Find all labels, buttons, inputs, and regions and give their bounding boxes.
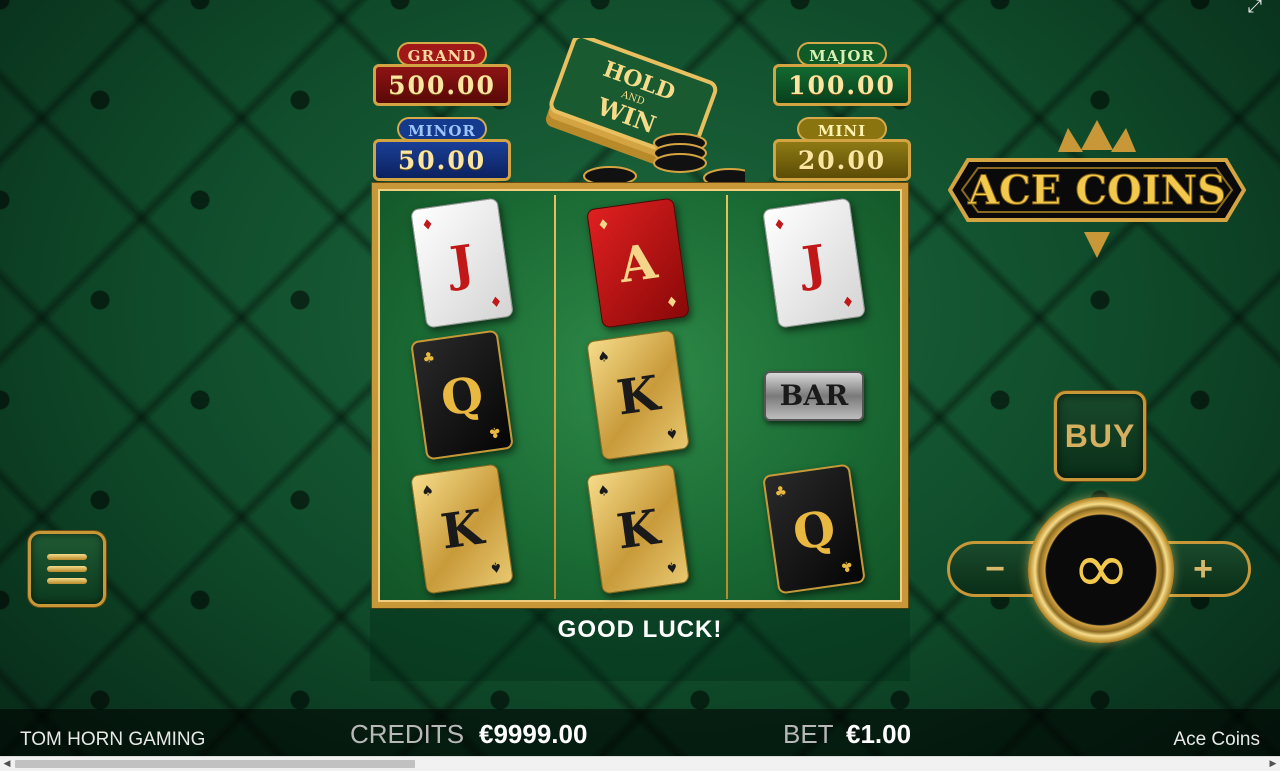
jackpot-major-label: MAJOR xyxy=(797,42,887,66)
hamburger-menu-icon xyxy=(47,554,87,560)
jackpot-minor-value: 50.00 xyxy=(373,139,511,181)
card-rank: J xyxy=(446,234,478,294)
hold-and-win-logo: HOLD AND WIN xyxy=(545,38,745,188)
ace-coins-title: ACE COINS xyxy=(967,167,1226,214)
scroll-left-icon[interactable]: ◀ xyxy=(0,757,14,771)
suit-icon: ♣ xyxy=(839,556,855,575)
credits-value: €9999.00 xyxy=(479,719,588,749)
card-rank: K xyxy=(613,499,663,561)
suit-icon: ♠ xyxy=(488,557,504,576)
card-symbol: ♠ K ♠ xyxy=(586,329,690,461)
card-symbol: ♠ K ♠ xyxy=(410,463,514,595)
suit-icon: ♠ xyxy=(596,482,612,501)
reel-divider xyxy=(554,195,556,599)
suit-icon: ♠ xyxy=(596,348,612,367)
jackpot-mini: MINI 20.00 xyxy=(773,117,911,185)
jackpot-major: MAJOR 100.00 xyxy=(773,42,911,110)
suit-icon: ♦ xyxy=(664,291,680,310)
bet-value: €1.00 xyxy=(846,719,912,749)
bet-label: BET xyxy=(783,719,834,749)
hamburger-menu-icon xyxy=(47,566,87,572)
card-rank: A xyxy=(615,233,661,295)
expand-icon[interactable]: ⤢ xyxy=(1238,0,1272,16)
jackpot-major-value: 100.00 xyxy=(773,64,911,106)
jackpot-grand: GRAND 500.00 xyxy=(373,42,511,110)
card-rank: Q xyxy=(789,500,839,562)
status-bar: TOM HORN GAMING CREDITS €9999.00 BET €1.… xyxy=(0,709,1280,756)
jackpot-grand-value: 500.00 xyxy=(373,64,511,106)
suit-icon: ♣ xyxy=(773,483,789,502)
suit-icon: ♠ xyxy=(420,482,436,501)
status-message: GOOD LUCK! xyxy=(557,616,723,643)
scroll-right-icon[interactable]: ▶ xyxy=(1266,757,1280,771)
suit-icon: ♦ xyxy=(596,216,612,235)
jackpot-minor: MINOR 50.00 xyxy=(373,117,511,185)
buy-button[interactable]: BUY xyxy=(1054,391,1146,481)
card-rank: Q xyxy=(437,366,487,428)
card-rank: K xyxy=(613,365,663,427)
spin-button[interactable]: ∞ xyxy=(1028,497,1174,643)
card-symbol: ♦ A ♦ xyxy=(586,197,690,329)
message-panel: GOOD LUCK! xyxy=(370,608,910,681)
suit-icon: ♠ xyxy=(664,557,680,576)
reel-divider xyxy=(726,195,728,599)
suit-icon: ♦ xyxy=(420,216,436,235)
suit-icon: ♦ xyxy=(488,291,504,310)
card-symbol: ♦ J ♦ xyxy=(410,197,514,329)
suit-icon: ♣ xyxy=(421,349,437,368)
suit-icon: ♦ xyxy=(772,216,788,235)
jackpot-mini-value: 20.00 xyxy=(773,139,911,181)
jackpot-minor-label: MINOR xyxy=(397,117,487,141)
ace-coins-logo: ACE COINS xyxy=(948,120,1246,258)
hamburger-menu-icon xyxy=(47,578,87,584)
brand-label: TOM HORN GAMING xyxy=(20,729,206,750)
infinity-icon: ∞ xyxy=(1071,527,1131,609)
menu-button[interactable] xyxy=(28,531,106,607)
jackpot-grand-label: GRAND xyxy=(397,42,487,66)
decrease-bet-button[interactable]: − xyxy=(950,544,1040,594)
card-rank: J xyxy=(798,234,830,294)
game-name-label: Ace Coins xyxy=(1173,729,1260,750)
credits-label: CREDITS xyxy=(350,719,465,749)
jackpot-mini-label: MINI xyxy=(797,117,887,141)
card-symbol: ♣ Q ♣ xyxy=(762,463,866,595)
card-symbol: ♣ Q ♣ xyxy=(410,329,514,461)
card-symbol: ♦ J ♦ xyxy=(762,197,866,329)
suit-icon: ♦ xyxy=(840,291,856,310)
horizontal-scrollbar[interactable]: ◀ ▶ xyxy=(0,756,1280,771)
reel-area: ♦ J ♦ ♣ Q ♣ ♠ K ♠ ♦ A ♦ ♠ K ♠ ♠ K ♠ ♦ J … xyxy=(372,183,908,608)
bar-symbol: BAR xyxy=(764,371,864,421)
card-symbol: ♠ K ♠ xyxy=(586,463,690,595)
suit-icon: ♠ xyxy=(664,423,680,442)
card-rank: K xyxy=(437,499,487,561)
scrollbar-thumb[interactable] xyxy=(15,760,415,768)
suit-icon: ♣ xyxy=(487,422,503,441)
